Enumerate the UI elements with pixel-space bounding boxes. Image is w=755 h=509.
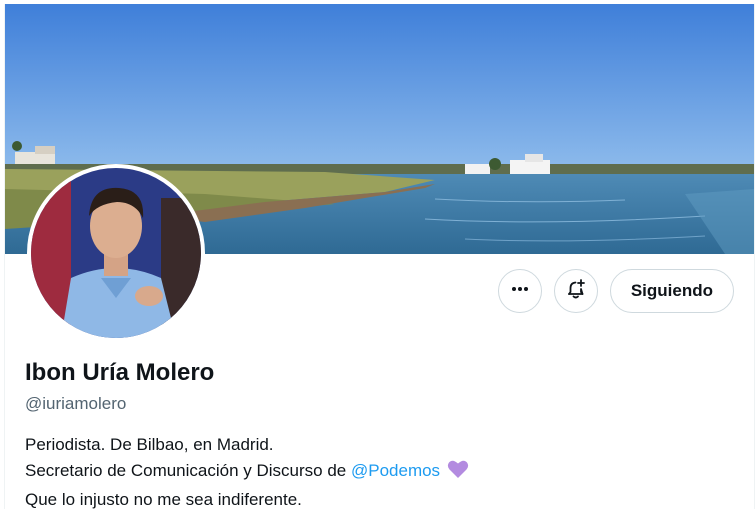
profile-name: Ibon Uría Molero (25, 359, 215, 386)
bio-line-2-text: Secretario de Comunicación y Discurso de (25, 461, 351, 480)
bio-line-1: Periodista. De Bilbao, en Madrid. (25, 435, 274, 454)
bio-line-3: Que lo injusto no me sea indiferente. (25, 490, 302, 509)
more-button[interactable] (497, 269, 542, 313)
profile-bio: Periodista. De Bilbao, en Madrid. Secret… (25, 432, 725, 509)
profile-avatar[interactable] (27, 164, 205, 342)
bio-line-2: Secretario de Comunicación y Discurso de… (25, 458, 725, 487)
purple-heart-icon (447, 459, 469, 487)
bio-mention-link[interactable]: @Podemos (351, 461, 440, 480)
bell-plus-icon (565, 278, 587, 305)
following-label: Siguiendo (630, 281, 713, 300)
notifications-button[interactable] (553, 269, 598, 313)
more-horizontal-icon (510, 279, 530, 304)
following-button[interactable]: Siguiendo (609, 269, 734, 313)
profile-actions: Siguiendo (497, 269, 734, 313)
profile-handle: @iuriamolero (25, 394, 127, 413)
profile-card: Siguiendo Ibon Uría Molero @iuriamolero … (4, 4, 755, 509)
